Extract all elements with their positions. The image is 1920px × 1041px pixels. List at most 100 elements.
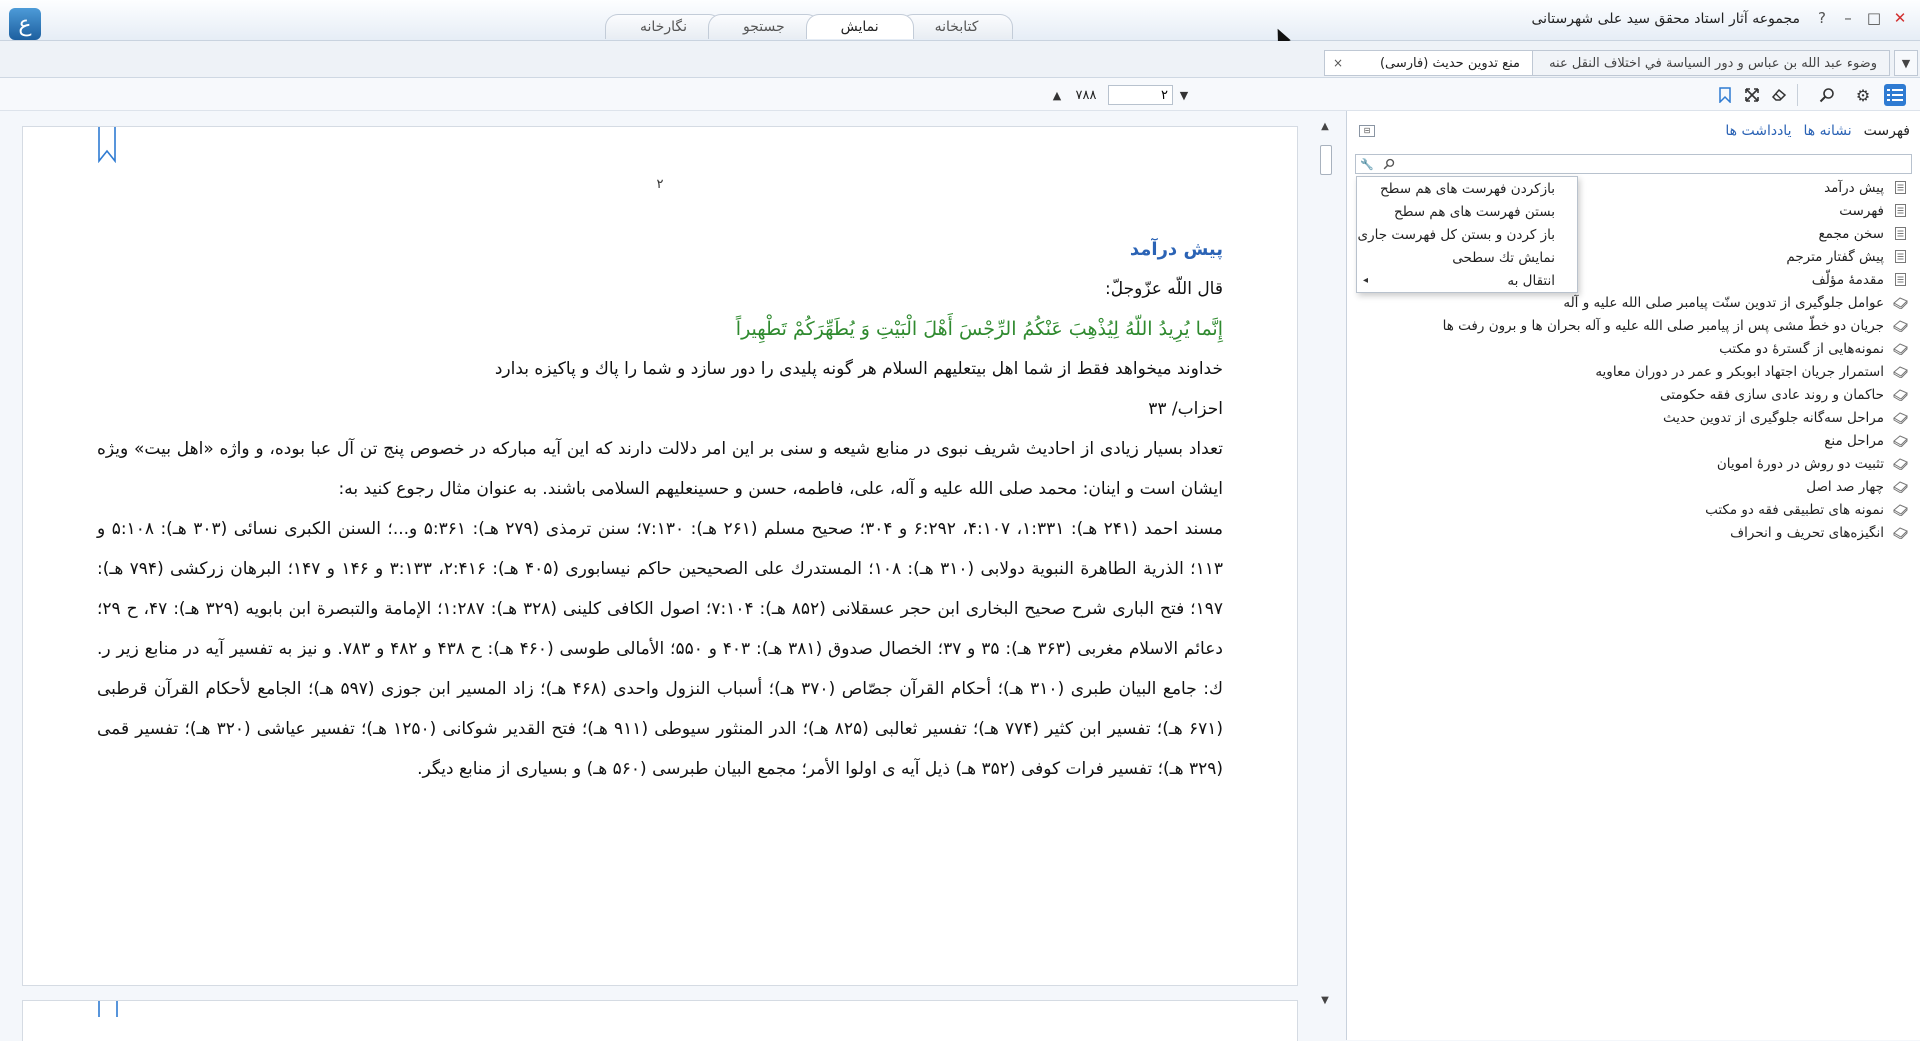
folder-icon — [1892, 434, 1908, 448]
doc-tab-label: وضوء عبد الله بن عباس و دور السياسة في ا… — [1549, 55, 1877, 71]
search-icon[interactable] — [1380, 156, 1398, 172]
wrench-icon[interactable]: 🔧 — [1358, 156, 1376, 172]
page-bookmark-icon[interactable] — [98, 127, 116, 163]
page-icon — [1892, 204, 1908, 218]
maximize-button[interactable]: □ — [1864, 8, 1884, 28]
toc-item-label: انگيزه‌هاى تحريف و انحراف — [1730, 524, 1884, 541]
close-button[interactable]: ✕ — [1890, 8, 1910, 28]
menu-item-toggle-all[interactable]: باز كردن و بستن كل فهرست جارى — [1357, 223, 1577, 246]
toc-item-label: سخن مجمع — [1818, 225, 1884, 242]
toc-item[interactable]: نمونه‌هايى از گسترهٔ دو مكتب — [1348, 337, 1908, 360]
toc-item[interactable]: تثبيت دو روش در دورهٔ امويان — [1348, 452, 1908, 475]
title-bar: ع نگارخانه جستجو نمایش کتابخانه مجموعه آ… — [0, 0, 1920, 41]
tab-close-icon[interactable]: × — [1333, 56, 1343, 70]
list-icon[interactable] — [1884, 84, 1906, 106]
toc-item[interactable]: انگيزه‌هاى تحريف و انحراف — [1348, 521, 1908, 544]
page-icon — [1892, 181, 1908, 195]
toc-item-label: استمرار جريان اجتهاد ابوبكر و عمر در دور… — [1595, 363, 1884, 380]
minimize-button[interactable]: – — [1838, 8, 1858, 28]
tab-notes[interactable]: يادداشت ها — [1725, 123, 1791, 139]
page-icon — [1892, 273, 1908, 287]
doc-tab-hadith[interactable]: منع تدوين حديث (فارسى) × — [1324, 50, 1533, 76]
scroll-down-icon[interactable]: ▼ — [1319, 995, 1331, 1007]
toc-item[interactable]: مراحل سه‌گانه جلوگيرى از تدوين حديث — [1348, 406, 1908, 429]
toc-item-label: چهار صد اصل — [1806, 478, 1884, 495]
folder-icon — [1892, 342, 1908, 356]
folder-icon — [1892, 503, 1908, 517]
toc-item[interactable]: مراحل منع — [1348, 429, 1908, 452]
text-line: قال اللّه عزّوجلّ: — [1105, 279, 1223, 299]
window-title: مجموعه آثار استاد محقق سید علی شهرستانی — [1531, 11, 1800, 27]
quran-verse: إِنَّما يُرِيدُ اللّهُ لِيُذْهِبَ عَنْكُ… — [735, 318, 1223, 340]
doc-tab-wudu[interactable]: وضوء عبد الله بن عباس و دور السياسة في ا… — [1516, 50, 1890, 76]
toc-item-label: تثبيت دو روش در دورهٔ امويان — [1716, 455, 1884, 472]
folder-icon — [1892, 365, 1908, 379]
main-tabs: نگارخانه جستجو نمایش کتابخانه — [605, 14, 1014, 40]
folder-icon — [1892, 457, 1908, 471]
page-number-input[interactable] — [1108, 85, 1173, 105]
toc-item[interactable]: جريان دو خطّ مشى پس از پيامبر صلى الله ع… — [1348, 314, 1908, 337]
help-button[interactable]: ? — [1812, 8, 1832, 28]
toc-item[interactable]: نمونه هاى تطبيقى فقه دو مكتب — [1348, 498, 1908, 521]
tab-search[interactable]: جستجو — [707, 14, 820, 39]
menu-item-expand-siblings[interactable]: بازكردن فهرست هاى هم سطح — [1357, 177, 1577, 200]
translation-line: خداوند ميخواهد فقط از شما اهل بيتعليهم ا… — [494, 359, 1223, 379]
side-panel-tabs: فهرست نشانه ها يادداشت ها — [1725, 123, 1910, 139]
toc-item-label: نمونه هاى تطبيقى فقه دو مكتب — [1705, 501, 1884, 518]
toc-item[interactable]: استمرار جريان اجتهاد ابوبكر و عمر در دور… — [1348, 360, 1908, 383]
document-page: ۲ پيش درآمد قال اللّه عزّوجلّ: إِنَّما ي… — [22, 126, 1298, 986]
toc-item[interactable]: چهار صد اصل — [1348, 475, 1908, 498]
folder-icon — [1892, 296, 1908, 310]
fullscreen-icon[interactable] — [1741, 84, 1763, 106]
page-number-label: ۲ — [656, 177, 664, 192]
search-icon[interactable] — [1816, 84, 1838, 106]
previous-page-button[interactable]: ▲ — [1050, 89, 1064, 102]
tabs-dropdown-button[interactable]: ▼ — [1894, 50, 1918, 76]
bookmark-icon[interactable] — [1714, 84, 1736, 106]
toc-search-box: 🔧 — [1355, 154, 1912, 174]
window-controls: ? – □ ✕ — [1812, 8, 1910, 28]
folder-icon — [1892, 480, 1908, 494]
menu-item-single-level[interactable]: نمايش تك سطحى — [1357, 246, 1577, 269]
tab-view[interactable]: نمایش — [805, 14, 914, 39]
section-heading: پيش درآمد — [1129, 239, 1223, 260]
folder-icon — [1892, 388, 1908, 402]
folder-icon — [1892, 526, 1908, 540]
folder-icon — [1892, 319, 1908, 333]
page-content: پيش درآمد قال اللّه عزّوجلّ: إِنَّما يُر… — [97, 231, 1223, 789]
scroll-up-icon[interactable]: ▲ — [1319, 121, 1331, 133]
tab-contents[interactable]: فهرست — [1864, 123, 1910, 139]
next-document-page — [22, 1000, 1298, 1041]
page-navigator: ▲ ۷۸۸ ▼ — [1050, 84, 1191, 106]
menu-item-move-to[interactable]: انتقال به ◂ — [1357, 269, 1577, 292]
paragraph: تعداد بسيار زيادى از احاديث شريف نبوى در… — [97, 439, 1223, 499]
menu-item-collapse-siblings[interactable]: بستن فهرست هاى هم سطح — [1357, 200, 1577, 223]
toc-item-label: پيش درآمد — [1824, 179, 1884, 196]
menu-item-label: انتقال به — [1507, 272, 1555, 289]
doc-tab-label: منع تدوين حديث (فارسى) — [1379, 55, 1520, 71]
paragraph: مسند احمد (۲۴۱ هـ): ۱:۳۳۱، ۴:۱۰۷، ۶:۲۹۲ … — [97, 519, 1223, 779]
tab-gallery[interactable]: نگارخانه — [605, 14, 722, 39]
eraser-icon[interactable] — [1768, 84, 1790, 106]
toc-item-label: نمونه‌هايى از گسترهٔ دو مكتب — [1719, 340, 1884, 357]
page-total: ۷۸۸ — [1075, 87, 1097, 103]
page-bookmark-icon[interactable] — [98, 1001, 118, 1017]
reference-line: احزاب/ ۳۳ — [1148, 399, 1223, 419]
tab-library[interactable]: کتابخانه — [899, 14, 1014, 39]
collapse-panel-icon[interactable]: ⊟ — [1359, 125, 1375, 137]
next-page-button[interactable]: ▼ — [1177, 89, 1191, 102]
gear-icon[interactable]: ⚙ — [1852, 84, 1874, 106]
vertical-scrollbar[interactable]: ▲ ▼ — [1316, 121, 1334, 1011]
context-menu: بازكردن فهرست هاى هم سطح بستن فهرست هاى … — [1356, 176, 1578, 293]
scroll-thumb[interactable] — [1320, 145, 1332, 175]
tab-bookmarks[interactable]: نشانه ها — [1803, 123, 1851, 139]
folder-icon — [1892, 411, 1908, 425]
toc-item-label: مقدمهٔ مؤلّف — [1811, 271, 1884, 288]
toc-item[interactable]: عوامل جلوگيرى از تدوين سنّت پيامبر صلى ا… — [1348, 291, 1908, 314]
toc-item-label: مراحل منع — [1824, 432, 1884, 449]
toc-item-label: مراحل سه‌گانه جلوگيرى از تدوين حديث — [1663, 409, 1884, 426]
toc-item[interactable]: حاكمان و روند عادى سازى فقه حكومتى — [1348, 383, 1908, 406]
toc-search-input[interactable] — [1402, 156, 1909, 172]
page-icon — [1892, 250, 1908, 264]
app-logo-icon[interactable]: ع — [9, 8, 41, 40]
